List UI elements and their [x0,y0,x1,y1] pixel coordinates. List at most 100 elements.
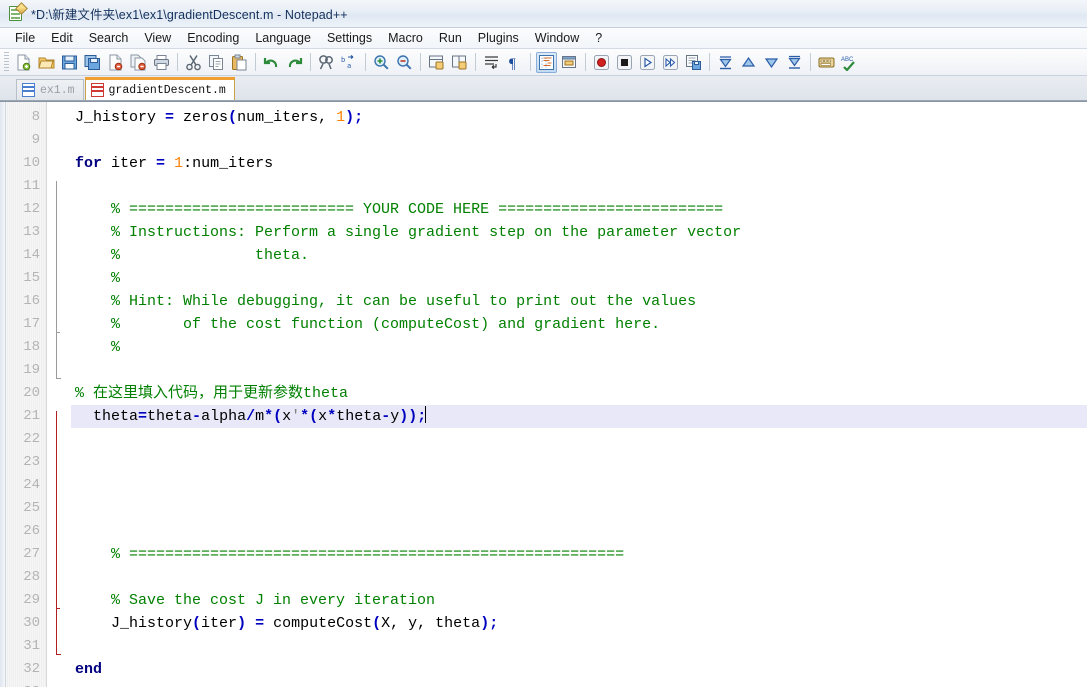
menu-item-view[interactable]: View [136,30,179,47]
code-line[interactable]: J_history(iter) = computeCost(X, y, thet… [71,612,1087,635]
line-number: 27 [23,546,40,562]
play-macro-icon[interactable] [637,52,658,73]
code-line[interactable] [71,451,1087,474]
fold-row[interactable] [47,336,71,359]
fold-margin[interactable] [47,102,71,687]
tab-gradientdescent[interactable]: gradientDescent.m [84,77,235,100]
code-line[interactable] [71,497,1087,520]
uncollapse-level-icon[interactable] [761,52,782,73]
code-line[interactable]: % 在这里填入代码，用于更新参数theta [71,382,1087,405]
fold-row[interactable] [47,497,71,520]
run-macro-multiple-icon[interactable] [660,52,681,73]
save-icon[interactable] [59,52,80,73]
close-file-icon[interactable] [105,52,126,73]
code-line[interactable] [71,175,1087,198]
menu-item-encoding[interactable]: Encoding [179,30,247,47]
menu-item-window[interactable]: Window [527,30,587,47]
fold-row[interactable] [47,175,71,198]
code-line[interactable]: % Save the cost J in every iteration [71,589,1087,612]
fold-row[interactable] [47,152,71,175]
code-line[interactable] [71,635,1087,658]
tab-ex1[interactable]: ex1.m [16,79,84,100]
zoom-in-icon[interactable] [371,52,392,73]
fold-row[interactable] [47,405,71,428]
cut-icon[interactable] [183,52,204,73]
save-all-icon[interactable] [82,52,103,73]
menu-item-search[interactable]: Search [81,30,137,47]
word-wrap-icon[interactable] [481,52,502,73]
fold-row[interactable] [47,612,71,635]
fold-row[interactable] [47,221,71,244]
fold-row[interactable] [47,106,71,129]
code-line[interactable]: % [71,336,1087,359]
zoom-out-icon[interactable] [394,52,415,73]
copy-icon[interactable] [206,52,227,73]
menu-item-edit[interactable]: Edit [43,30,81,47]
expand-all-icon[interactable] [784,52,805,73]
code-line[interactable] [71,129,1087,152]
collapse-all-icon[interactable] [715,52,736,73]
code-line[interactable] [71,359,1087,382]
code-line[interactable]: % theta. [71,244,1087,267]
menu-item-settings[interactable]: Settings [319,30,380,47]
replace-icon[interactable]: ba [339,52,360,73]
code-line[interactable]: end [71,658,1087,681]
menu-item-file[interactable]: File [7,30,43,47]
code-line-current[interactable]: theta=theta-alpha/m*(x'*(x*theta-y)); [71,405,1087,428]
code-line[interactable] [71,428,1087,451]
code-line[interactable]: % ========================= YOUR CODE HE… [71,198,1087,221]
fold-row[interactable] [47,543,71,566]
code-line[interactable] [71,566,1087,589]
code-line[interactable] [71,474,1087,497]
fold-row[interactable] [47,520,71,543]
code-line[interactable] [71,520,1087,543]
fold-row[interactable] [47,566,71,589]
fold-row[interactable] [47,382,71,405]
fold-row[interactable] [47,244,71,267]
redo-icon[interactable] [284,52,305,73]
line-number: 9 [31,132,40,148]
fold-row[interactable] [47,658,71,681]
save-macro-icon[interactable] [683,52,704,73]
fold-row[interactable] [47,474,71,497]
collapse-level-icon[interactable] [738,52,759,73]
open-file-icon[interactable] [36,52,57,73]
fold-row[interactable] [47,290,71,313]
indent-guideline-icon[interactable] [536,51,557,73]
new-file-icon[interactable] [13,52,34,73]
code-line[interactable]: % of the cost function (computeCost) and… [71,313,1087,336]
fold-row[interactable] [47,681,71,687]
fold-row[interactable] [47,198,71,221]
spell-check-icon[interactable]: ABC [839,52,860,73]
menu-item-macro[interactable]: Macro [380,30,431,47]
code-text-area[interactable]: J_history = zeros(num_iters, 1); for iter… [71,102,1087,687]
fold-row[interactable] [47,451,71,474]
print-icon[interactable] [151,52,172,73]
fold-row[interactable] [47,428,71,451]
code-line[interactable]: % ======================================… [71,543,1087,566]
record-macro-icon[interactable] [591,52,612,73]
code-line[interactable]: J_history = zeros(num_iters, 1); [71,106,1087,129]
fold-row[interactable] [47,129,71,152]
shortcut-mapper-icon[interactable] [816,52,837,73]
paste-icon[interactable] [229,52,250,73]
code-line[interactable] [71,681,1087,687]
menu-item-help[interactable]: ? [587,30,610,47]
code-line[interactable]: % [71,267,1087,290]
code-line[interactable]: % Hint: While debugging, it can be usefu… [71,290,1087,313]
undo-icon[interactable] [261,52,282,73]
fold-row[interactable] [47,267,71,290]
find-icon[interactable] [316,52,337,73]
sync-vertical-scroll-icon[interactable] [426,52,447,73]
close-all-files-icon[interactable] [128,52,149,73]
user-defined-dialog-icon[interactable] [559,52,580,73]
code-line[interactable]: for iter = 1:num_iters [71,152,1087,175]
menu-item-language[interactable]: Language [247,30,319,47]
sync-horizontal-scroll-icon[interactable] [449,52,470,73]
toolbar-grip[interactable] [4,52,9,72]
stop-recording-icon[interactable] [614,52,635,73]
show-all-characters-icon[interactable]: ¶ [504,52,525,73]
menu-item-run[interactable]: Run [431,30,470,47]
menu-item-plugins[interactable]: Plugins [470,30,527,47]
code-line[interactable]: % Instructions: Perform a single gradien… [71,221,1087,244]
